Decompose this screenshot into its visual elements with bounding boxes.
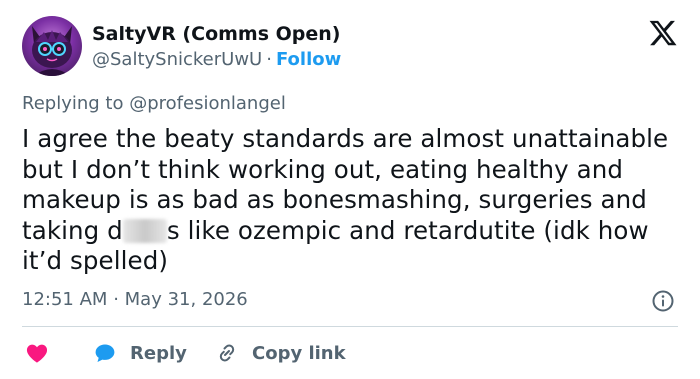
like-button[interactable] — [24, 338, 50, 368]
author-info: SaltyVR (Comms Open) @SaltySnickerUwU · Fo… — [92, 22, 341, 72]
author-handle[interactable]: @SaltySnickerUwU — [92, 49, 262, 70]
avatar[interactable] — [22, 16, 82, 76]
reply-button[interactable]: Reply — [92, 338, 187, 368]
reply-label: Reply — [130, 342, 187, 364]
reply-handle-link[interactable]: @profesionlangel — [129, 93, 286, 114]
divider — [22, 326, 678, 327]
copy-link-label: Copy link — [252, 342, 346, 364]
tweet-header: SaltyVR (Comms Open) @SaltySnickerUwU · Fo… — [22, 16, 678, 80]
avatar-image — [32, 26, 72, 76]
censor-blur — [122, 218, 167, 243]
heart-icon — [26, 344, 48, 363]
link-icon — [219, 344, 235, 362]
display-name[interactable]: SaltyVR (Comms Open) — [92, 22, 341, 46]
reply-bubble-icon — [95, 344, 115, 362]
reply-context: Replying to @profesionlangel — [22, 92, 286, 116]
reply-prefix: Replying to — [22, 93, 124, 114]
x-logo-icon[interactable] — [648, 18, 678, 48]
copy-link-button[interactable]: Copy link — [214, 338, 346, 368]
tweet-text: I agree the beaty standards are almost u… — [22, 124, 682, 277]
timestamp[interactable]: 12:51 AM · May 31, 2026 — [22, 288, 248, 312]
separator-dot: · — [266, 49, 272, 70]
handle-line: @SaltySnickerUwU · Follow — [92, 48, 341, 72]
follow-button[interactable]: Follow — [276, 49, 341, 70]
time: 12:51 AM — [22, 289, 108, 310]
action-bar: Reply Copy link — [22, 338, 678, 368]
date: May 31, 2026 — [124, 289, 248, 310]
timestamp-separator: · — [113, 289, 119, 310]
info-icon[interactable] — [651, 289, 675, 313]
